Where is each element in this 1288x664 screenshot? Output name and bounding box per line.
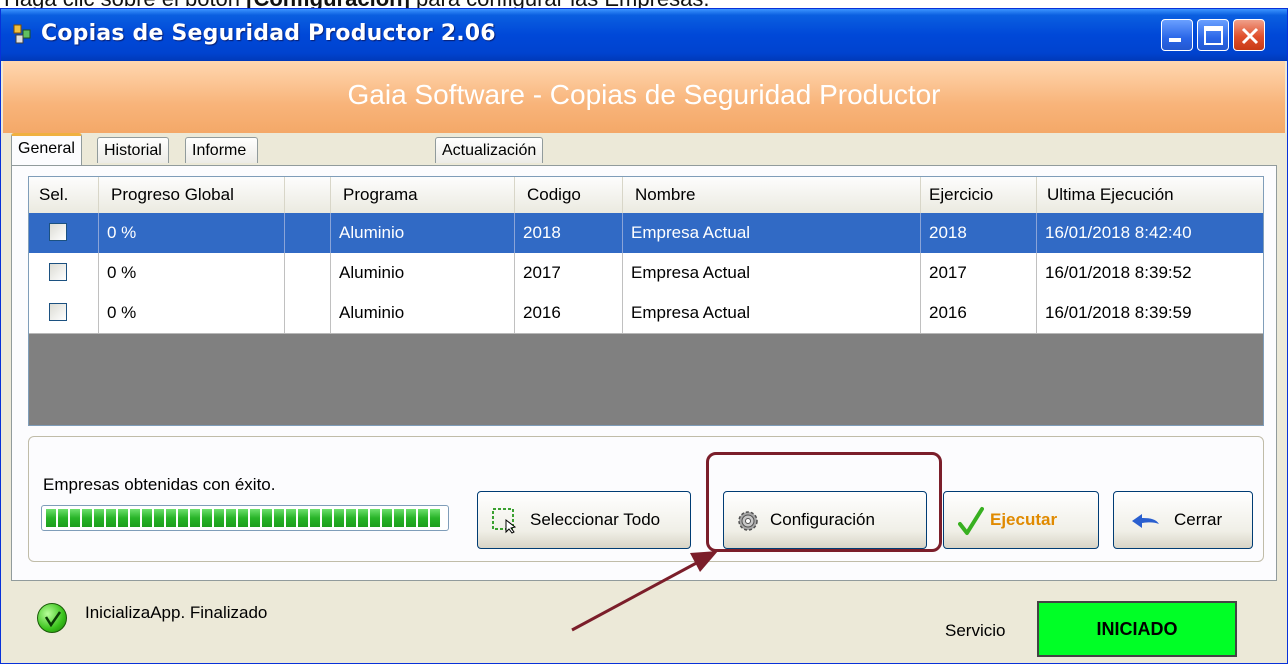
annotation-arrow-icon xyxy=(571,551,718,632)
